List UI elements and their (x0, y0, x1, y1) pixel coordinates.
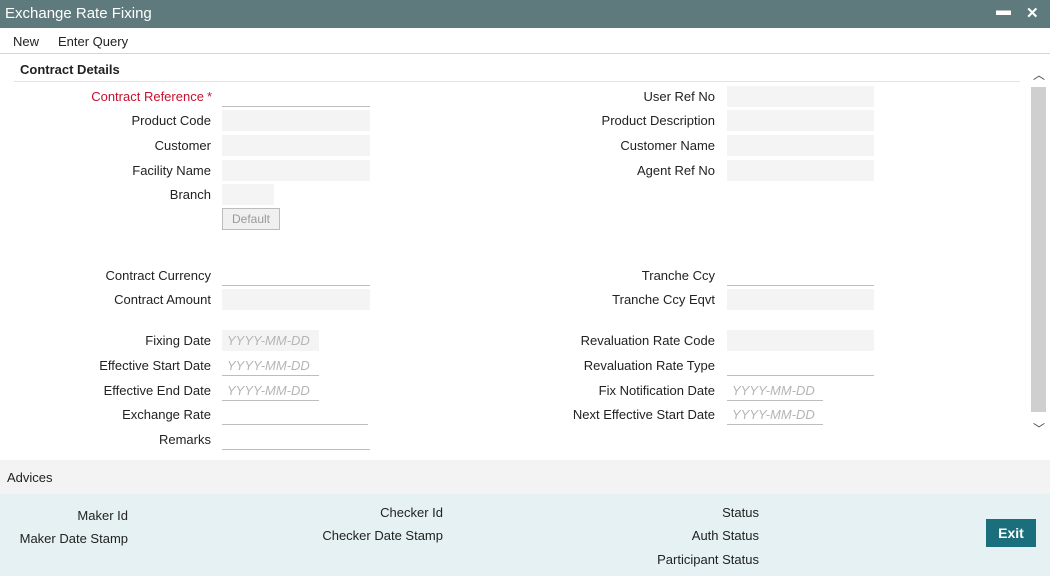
branch-field (222, 184, 274, 205)
label-next-effective-start-date: Next Effective Start Date (572, 407, 715, 422)
close-icon[interactable]: ✕ (1026, 4, 1039, 22)
menu-bar: New Enter Query (0, 28, 1050, 54)
label-revaluation-rate-code: Revaluation Rate Code (580, 333, 715, 348)
label-fixing-date: Fixing Date (145, 333, 211, 348)
fixing-date-field (222, 330, 319, 351)
label-user-ref-no: User Ref No (643, 89, 715, 104)
menu-enter-query[interactable]: Enter Query (58, 34, 128, 49)
tranche-ccy-input[interactable] (727, 265, 874, 286)
label-effective-end-date: Effective End Date (103, 383, 211, 398)
label-facility-name: Facility Name (132, 163, 211, 178)
label-customer: Customer (154, 138, 211, 153)
advices-bar: Advices (0, 460, 1050, 494)
exit-button[interactable]: Exit (986, 519, 1036, 547)
label-remarks: Remarks (158, 432, 211, 447)
scroll-up-icon[interactable]: ︿ (1033, 66, 1045, 83)
advices-link[interactable]: Advices (7, 470, 53, 485)
label-checker-date-stamp: Checker Date Stamp (322, 528, 443, 543)
menu-new[interactable]: New (13, 34, 39, 49)
fix-notification-date-input[interactable] (727, 380, 823, 401)
label-effective-start-date: Effective Start Date (99, 358, 211, 373)
window-titlebar: Exchange Rate Fixing ▬ ✕ (0, 0, 1050, 28)
label-contract-currency: Contract Currency (105, 268, 211, 283)
minimize-icon[interactable]: ▬ (996, 2, 1011, 19)
facility-name-field (222, 160, 370, 181)
label-product-code: Product Code (131, 113, 212, 128)
label-branch: Branch (169, 187, 211, 202)
product-description-field (727, 110, 874, 131)
label-fix-notification-date: Fix Notification Date (598, 383, 715, 398)
contract-amount-field (222, 289, 370, 310)
label-revaluation-rate-type: Revaluation Rate Type (583, 358, 715, 373)
exchange-rate-input[interactable] (222, 404, 368, 425)
effective-start-date-input[interactable] (222, 355, 319, 376)
label-tranche-ccy-eqvt: Tranche Ccy Eqvt (612, 292, 715, 307)
product-code-field (222, 110, 370, 131)
scroll-down-icon[interactable]: ﹀ (1033, 420, 1045, 437)
effective-end-date-input[interactable] (222, 380, 319, 401)
label-participant-status: Participant Status (657, 552, 759, 567)
section-title-contract-details: Contract Details (20, 62, 120, 77)
label-tranche-ccy: Tranche Ccy (641, 268, 715, 283)
contract-currency-input[interactable] (222, 265, 370, 286)
agent-ref-no-field (727, 160, 874, 181)
section-divider (14, 81, 1020, 82)
label-status: Status (722, 505, 759, 520)
label-exchange-rate: Exchange Rate (122, 407, 211, 422)
label-checker-id: Checker Id (380, 505, 443, 520)
tranche-ccy-eqvt-field (727, 289, 874, 310)
revaluation-rate-type-input[interactable] (727, 355, 874, 376)
user-ref-no-field (727, 86, 874, 107)
audit-footer (0, 494, 1050, 576)
label-auth-status: Auth Status (691, 528, 759, 543)
label-maker-id: Maker Id (77, 508, 128, 523)
label-contract-reference: Contract Reference * (91, 89, 212, 104)
label-customer-name: Customer Name (620, 138, 715, 153)
default-button[interactable]: Default (222, 208, 280, 230)
customer-name-field (727, 135, 874, 156)
scrollbar-thumb[interactable] (1031, 87, 1046, 412)
label-contract-amount: Contract Amount (114, 292, 211, 307)
contract-reference-input[interactable] (222, 86, 370, 107)
revaluation-rate-code-field (727, 330, 874, 351)
label-product-description: Product Description (601, 113, 715, 128)
remarks-input[interactable] (222, 429, 370, 450)
next-effective-start-date-input[interactable] (727, 404, 823, 425)
label-agent-ref-no: Agent Ref No (636, 163, 715, 178)
customer-field (222, 135, 370, 156)
label-maker-date-stamp: Maker Date Stamp (19, 531, 128, 546)
window-title: Exchange Rate Fixing (5, 5, 152, 22)
